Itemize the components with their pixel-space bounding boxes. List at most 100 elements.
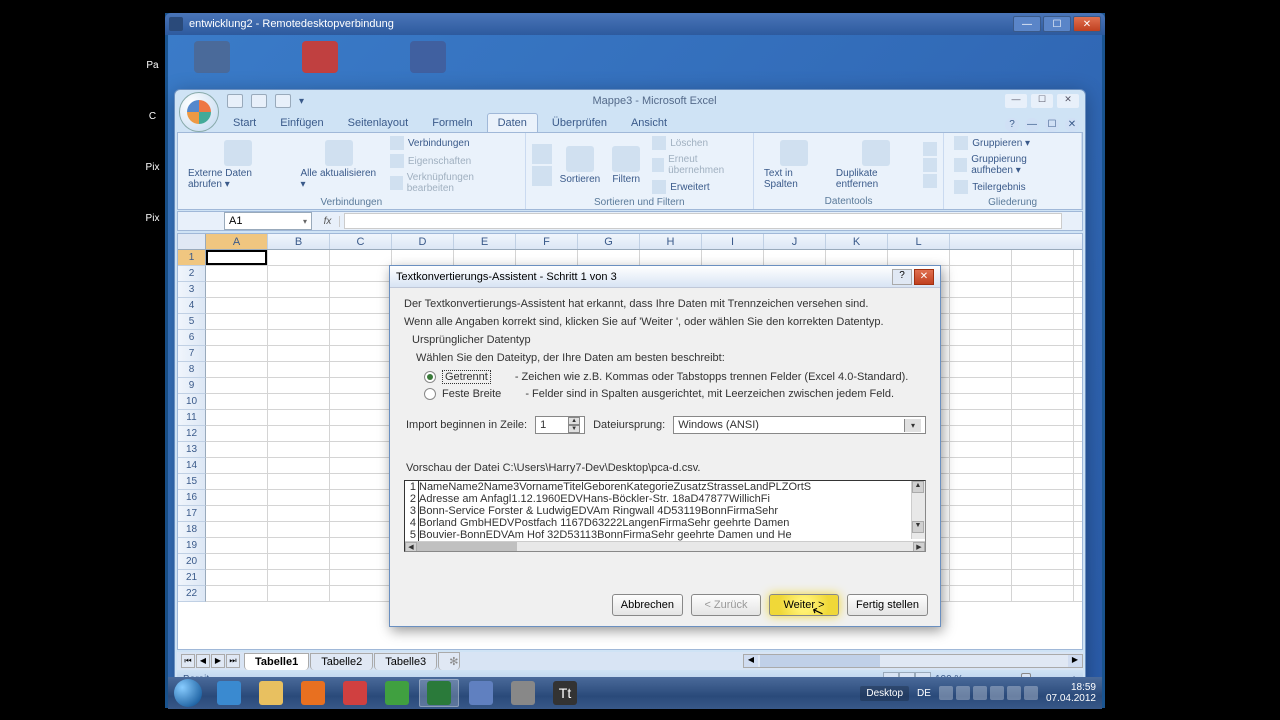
tab-ueberpruefen[interactable]: Überprüfen bbox=[542, 114, 617, 132]
row-header[interactable]: 1 bbox=[178, 250, 206, 266]
group-button[interactable]: Gruppieren ▾ bbox=[950, 135, 1075, 151]
radio-delimited-label[interactable]: Getrennt bbox=[442, 370, 491, 384]
row-header[interactable]: 9 bbox=[178, 378, 206, 394]
dialog-close-button[interactable]: ✕ bbox=[914, 269, 934, 285]
fx-icon[interactable]: fx bbox=[316, 216, 340, 227]
row-header[interactable]: 7 bbox=[178, 346, 206, 362]
maximize-button[interactable]: ☐ bbox=[1043, 16, 1071, 32]
tray-icon[interactable] bbox=[956, 686, 970, 700]
taskbar-app[interactable]: Tt bbox=[545, 679, 585, 707]
finish-button[interactable]: Fertig stellen bbox=[847, 594, 928, 616]
col-header[interactable]: I bbox=[702, 234, 764, 249]
language-indicator[interactable]: DE bbox=[917, 688, 931, 699]
tray-icon[interactable] bbox=[990, 686, 1004, 700]
col-header[interactable]: F bbox=[516, 234, 578, 249]
row-header[interactable]: 13 bbox=[178, 442, 206, 458]
help-icon[interactable]: ? bbox=[1005, 118, 1019, 132]
row-header[interactable]: 16 bbox=[178, 490, 206, 506]
show-desktop-button[interactable]: Desktop bbox=[860, 686, 909, 701]
row-header[interactable]: 20 bbox=[178, 554, 206, 570]
sort-az-icon[interactable] bbox=[532, 144, 552, 164]
close-button[interactable]: ✕ bbox=[1073, 16, 1101, 32]
select-all-corner[interactable] bbox=[178, 234, 206, 249]
dialog-help-button[interactable]: ? bbox=[892, 269, 912, 285]
taskbar-media[interactable] bbox=[293, 679, 333, 707]
filter-button[interactable]: Filtern bbox=[608, 144, 644, 187]
start-button[interactable] bbox=[168, 677, 208, 709]
col-header[interactable]: D bbox=[392, 234, 454, 249]
rdp-titlebar[interactable]: entwicklung2 - Remotedesktopverbindung —… bbox=[165, 13, 1105, 35]
row-header[interactable]: 12 bbox=[178, 426, 206, 442]
file-origin-combo[interactable]: Windows (ANSI) bbox=[673, 416, 926, 434]
taskbar-app[interactable] bbox=[335, 679, 375, 707]
col-header[interactable]: B bbox=[268, 234, 330, 249]
row-header[interactable]: 18 bbox=[178, 522, 206, 538]
row-header[interactable]: 4 bbox=[178, 298, 206, 314]
text-to-columns-button[interactable]: Text in Spalten bbox=[760, 138, 828, 192]
tray-icon[interactable] bbox=[1007, 686, 1021, 700]
row-header[interactable]: 19 bbox=[178, 538, 206, 554]
taskbar-app[interactable] bbox=[503, 679, 543, 707]
excel-restore-button[interactable]: ☐ bbox=[1031, 94, 1053, 108]
ungroup-button[interactable]: Gruppierung aufheben ▾ bbox=[950, 153, 1075, 177]
tab-einfuegen[interactable]: Einfügen bbox=[270, 114, 333, 132]
row-header[interactable]: 5 bbox=[178, 314, 206, 330]
active-cell[interactable] bbox=[206, 250, 267, 265]
whatif-icon[interactable] bbox=[923, 174, 937, 188]
radio-fixed-width-label[interactable]: Feste Breite bbox=[442, 388, 501, 400]
row-header[interactable]: 21 bbox=[178, 570, 206, 586]
data-validation-icon[interactable] bbox=[923, 142, 937, 156]
sort-za-icon[interactable] bbox=[532, 166, 552, 186]
name-box[interactable]: A1 bbox=[224, 212, 312, 230]
next-button[interactable]: Weiter >↖ bbox=[769, 594, 839, 616]
taskbar-app[interactable] bbox=[461, 679, 501, 707]
excel-close-button[interactable]: ✕ bbox=[1057, 94, 1079, 108]
clock[interactable]: 18:59 07.04.2012 bbox=[1046, 682, 1096, 704]
preview-vscroll[interactable]: ▲▼ bbox=[911, 481, 925, 539]
row-header[interactable]: 6 bbox=[178, 330, 206, 346]
minimize-button[interactable]: — bbox=[1013, 16, 1041, 32]
tab-daten[interactable]: Daten bbox=[487, 113, 538, 132]
tray-icon[interactable] bbox=[973, 686, 987, 700]
qat-save-icon[interactable] bbox=[227, 94, 243, 108]
dialog-titlebar[interactable]: Textkonvertierungs-Assistent - Schritt 1… bbox=[390, 266, 940, 288]
desktop-shortcut[interactable] bbox=[404, 41, 452, 77]
advanced-filter-button[interactable]: Erweitert bbox=[648, 179, 747, 195]
radio-delimited[interactable] bbox=[424, 371, 436, 383]
taskbar-ie[interactable] bbox=[209, 679, 249, 707]
col-header[interactable]: A bbox=[206, 234, 268, 249]
formula-input[interactable] bbox=[344, 213, 1062, 229]
col-header[interactable]: G bbox=[578, 234, 640, 249]
row-header[interactable]: 3 bbox=[178, 282, 206, 298]
qat-undo-icon[interactable] bbox=[251, 94, 267, 108]
col-header[interactable]: C bbox=[330, 234, 392, 249]
mdi-close-button[interactable]: ✕ bbox=[1065, 118, 1079, 132]
taskbar-app[interactable] bbox=[377, 679, 417, 707]
tray-icon[interactable] bbox=[1024, 686, 1038, 700]
spinner-down-icon[interactable]: ▼ bbox=[568, 425, 580, 433]
sheet-nav-prev-icon[interactable]: ◀ bbox=[196, 654, 210, 668]
sheet-nav-first-icon[interactable]: ⏮ bbox=[181, 654, 195, 668]
qat-redo-icon[interactable] bbox=[275, 94, 291, 108]
mdi-restore-button[interactable]: ☐ bbox=[1045, 118, 1059, 132]
sheet-tab[interactable]: Tabelle1 bbox=[244, 653, 309, 670]
import-start-row-input[interactable]: 1 ▲▼ bbox=[535, 416, 585, 434]
row-header[interactable]: 17 bbox=[178, 506, 206, 522]
sheet-nav-last-icon[interactable]: ⏭ bbox=[226, 654, 240, 668]
col-header[interactable]: H bbox=[640, 234, 702, 249]
row-header[interactable]: 10 bbox=[178, 394, 206, 410]
consolidate-icon[interactable] bbox=[923, 158, 937, 172]
row-header[interactable]: 11 bbox=[178, 410, 206, 426]
row-header[interactable]: 22 bbox=[178, 586, 206, 602]
col-header[interactable]: E bbox=[454, 234, 516, 249]
tab-seitenlayout[interactable]: Seitenlayout bbox=[338, 114, 419, 132]
radio-fixed-width[interactable] bbox=[424, 388, 436, 400]
office-button[interactable] bbox=[179, 92, 219, 132]
row-header[interactable]: 15 bbox=[178, 474, 206, 490]
taskbar-explorer[interactable] bbox=[251, 679, 291, 707]
cancel-button[interactable]: Abbrechen bbox=[612, 594, 683, 616]
excel-minimize-button[interactable]: — bbox=[1005, 94, 1027, 108]
spinner-up-icon[interactable]: ▲ bbox=[568, 417, 580, 425]
sheet-tab[interactable]: Tabelle2 bbox=[310, 653, 373, 670]
desktop-shortcut[interactable] bbox=[296, 41, 344, 77]
